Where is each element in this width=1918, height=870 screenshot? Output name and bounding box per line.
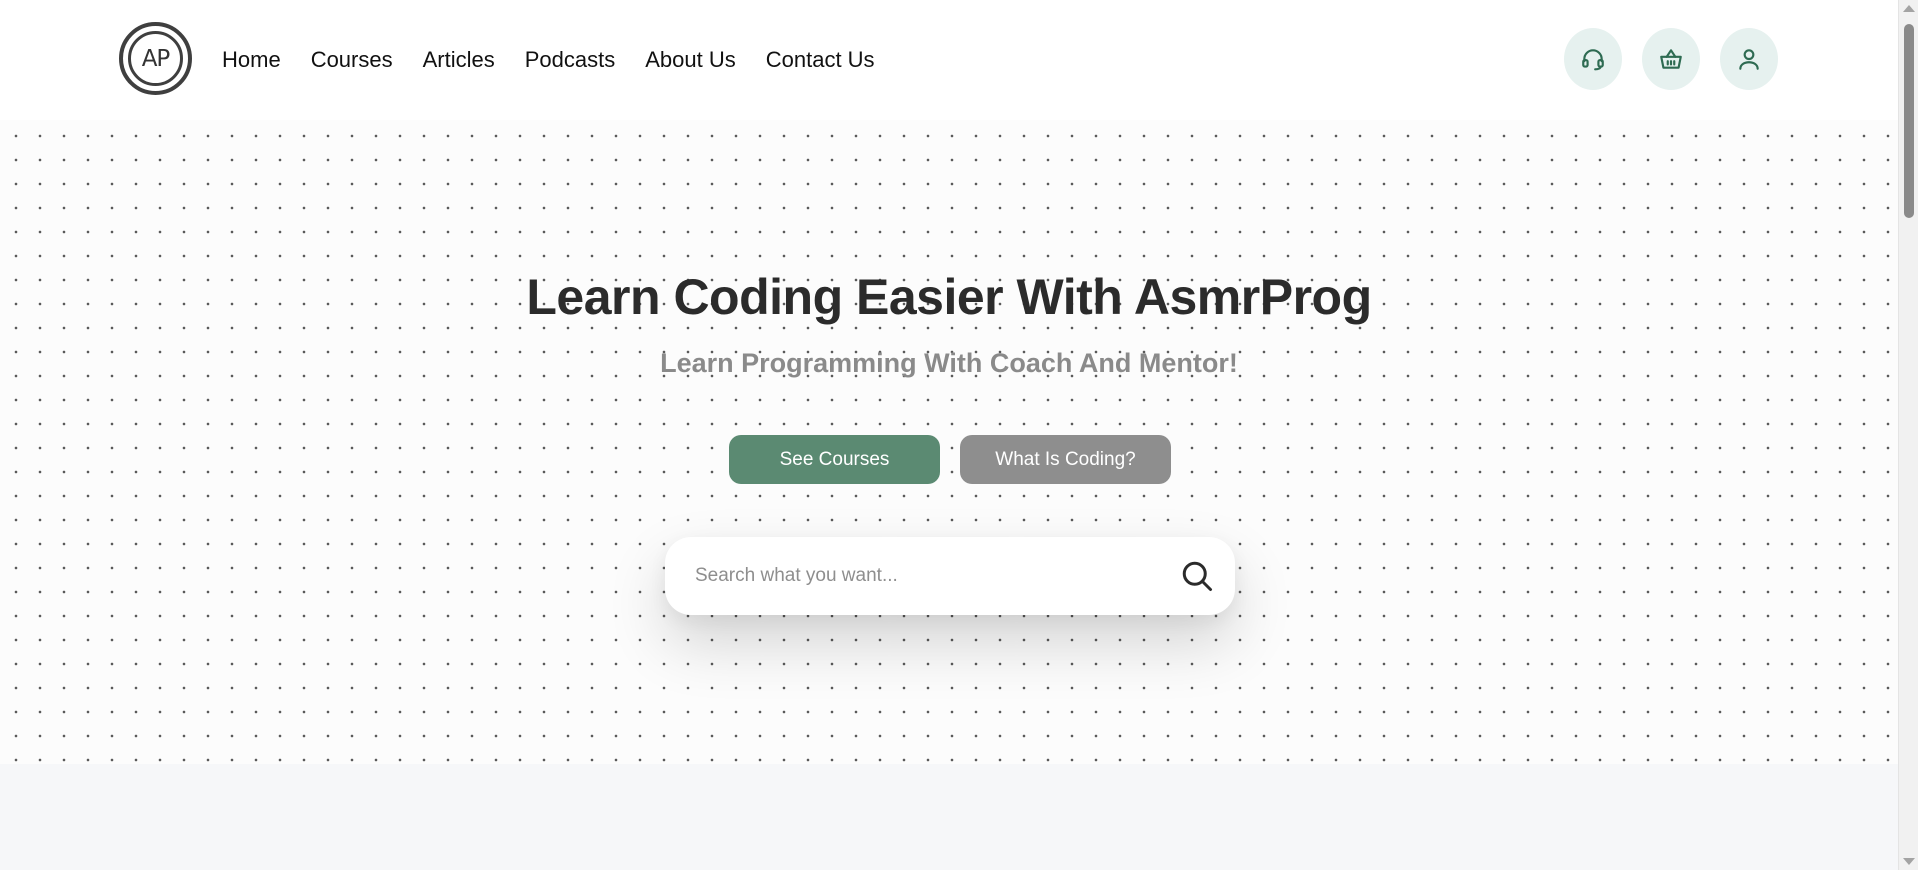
hero-section: Learn Coding Easier With AsmrProg Learn …	[0, 120, 1898, 764]
vertical-scrollbar[interactable]	[1898, 0, 1918, 870]
logo[interactable]: AP	[119, 22, 192, 95]
basket-icon	[1660, 49, 1682, 69]
scroll-thumb[interactable]	[1904, 24, 1914, 218]
cart-button[interactable]	[1642, 28, 1700, 90]
nav-contact-us[interactable]: Contact Us	[766, 47, 875, 73]
nav-articles[interactable]: Articles	[423, 47, 495, 73]
account-button[interactable]	[1720, 28, 1778, 90]
headset-icon	[1582, 49, 1604, 71]
scroll-up-arrow-icon[interactable]	[1903, 5, 1915, 12]
search-icon[interactable]	[1179, 558, 1215, 594]
nav-courses[interactable]: Courses	[311, 47, 393, 73]
search-input[interactable]	[695, 565, 1165, 587]
page: AP Home Courses Articles Podcasts About …	[0, 0, 1898, 870]
nav-about-us[interactable]: About Us	[645, 47, 736, 73]
content-section	[0, 764, 1898, 870]
nav-home[interactable]: Home	[222, 47, 281, 73]
scroll-down-arrow-icon[interactable]	[1903, 858, 1915, 865]
nav-podcasts[interactable]: Podcasts	[525, 47, 616, 73]
search-bar	[665, 537, 1235, 615]
hero-subtitle: Learn Programming With Coach And Mentor!	[660, 348, 1238, 378]
main-nav: Home Courses Articles Podcasts About Us …	[222, 0, 875, 120]
user-icon	[1739, 49, 1759, 70]
see-courses-button[interactable]: See Courses	[729, 435, 940, 484]
site-header: AP Home Courses Articles Podcasts About …	[0, 0, 1898, 120]
what-is-coding-button[interactable]: What Is Coding?	[960, 435, 1171, 484]
support-button[interactable]	[1564, 28, 1622, 90]
logo-mark: AP	[128, 31, 183, 86]
hero-title: Learn Coding Easier With AsmrProg	[526, 269, 1372, 325]
